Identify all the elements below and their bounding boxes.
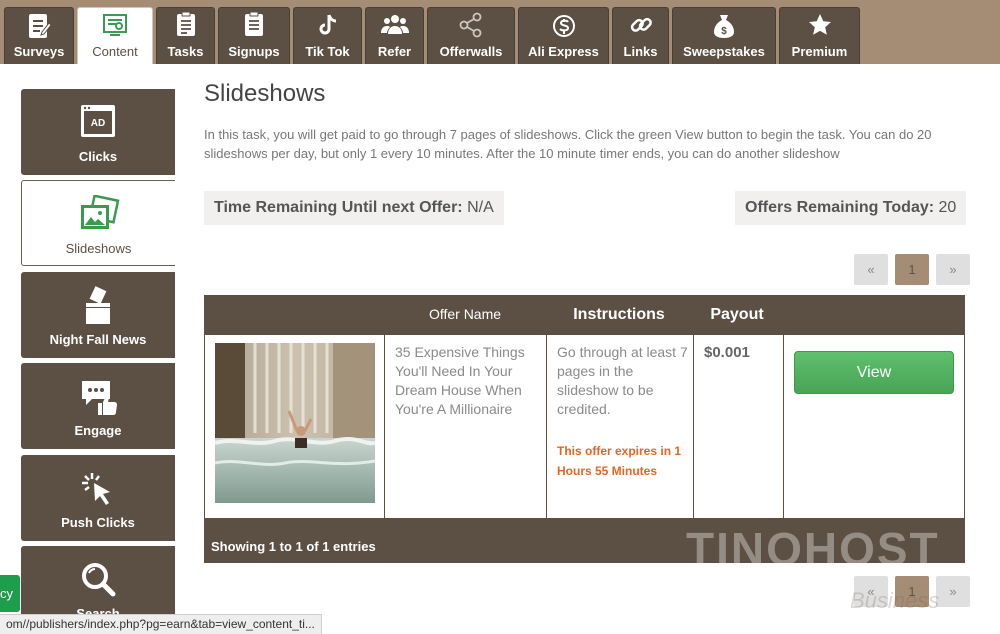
sidebar-item-label: Slideshows (65, 241, 132, 256)
time-remaining-box: Time Remaining Until next Offer: N/A (204, 191, 504, 225)
tab-sweepstakes[interactable]: $ Sweepstakes (672, 7, 776, 64)
share-icon (428, 12, 514, 42)
offer-image-cell (205, 335, 385, 518)
tab-label: Offerwalls (439, 44, 503, 59)
tab-label: Signups (228, 44, 280, 59)
tab-label: Content (92, 44, 138, 59)
clipboard-icon (5, 12, 73, 42)
money-bag-icon: $ (673, 12, 775, 42)
photos-icon (22, 195, 175, 235)
checklist-icon (157, 12, 214, 42)
tab-signups[interactable]: Signups (218, 7, 290, 64)
tab-refer[interactable]: Refer (365, 7, 424, 64)
ad-window-icon: AD (21, 103, 175, 143)
offer-name: 35 Expensive Things You'll Need In Your … (395, 344, 525, 417)
tab-premium[interactable]: Premium (779, 7, 860, 64)
watermark-tagline: Business (850, 588, 940, 613)
privacy-tab[interactable]: cy (0, 575, 20, 612)
tab-label: Tasks (167, 44, 204, 59)
payout-cell: $0.001 (694, 335, 784, 518)
offers-remaining-value: 20 (938, 199, 957, 216)
column-header-offer-name: Offer Name (428, 306, 502, 322)
browser-status-url: om//publishers/index.php?pg=earn&tab=vie… (0, 614, 322, 634)
offer-thumbnail[interactable] (215, 343, 375, 503)
action-cell: View (784, 335, 964, 518)
magnifier-icon (21, 560, 175, 600)
offers-remaining-label: Offers Remaining Today: (745, 199, 935, 216)
cursor-click-icon (21, 469, 175, 509)
tab-tasks[interactable]: Tasks (156, 7, 215, 64)
column-header-instructions: Instructions (573, 306, 665, 323)
tab-links[interactable]: Links (612, 7, 669, 64)
instructions-cell: Go through at least 7 pages in the slide… (547, 335, 694, 518)
table-row: 35 Expensive Things You'll Need In Your … (205, 335, 964, 518)
watermark-logo: TINOHOST (686, 523, 940, 575)
svg-text:$: $ (721, 26, 727, 37)
sidebar: AD Clicks Slideshows Night Fall News Eng… (0, 64, 185, 634)
form-icon (219, 12, 289, 42)
pagination-top: « 1 » (854, 254, 970, 285)
sidebar-item-engage[interactable]: Engage (21, 363, 175, 449)
svg-text:AD: AD (91, 118, 105, 129)
pagination-next[interactable]: » (936, 576, 970, 607)
pagination-page[interactable]: 1 (895, 254, 929, 285)
pagination-next[interactable]: » (936, 254, 970, 285)
monitor-icon (78, 12, 152, 42)
time-remaining-label: Time Remaining Until next Offer: (214, 199, 463, 216)
tab-ali-express[interactable]: Ali Express (518, 7, 609, 64)
tab-label: Premium (791, 44, 848, 59)
top-nav-bar: Surveys Content Tasks Signups Tik Tok Re… (0, 0, 1000, 64)
users-icon (366, 12, 423, 42)
tab-surveys[interactable]: Surveys (4, 7, 74, 64)
offer-instructions: Go through at least 7 pages in the slide… (557, 344, 688, 417)
page-title: Slideshows (204, 80, 326, 107)
sidebar-item-push-clicks[interactable]: Push Clicks (21, 455, 175, 541)
tab-label: Ali Express (528, 44, 599, 59)
link-icon (613, 12, 668, 42)
dollar-circle-icon (519, 12, 608, 42)
ballot-box-icon (21, 286, 175, 326)
offer-name-cell: 35 Expensive Things You'll Need In Your … (385, 335, 547, 518)
sidebar-item-clicks[interactable]: AD Clicks (21, 89, 175, 175)
sidebar-item-label: Clicks (78, 149, 118, 164)
sidebar-item-label: Push Clicks (61, 515, 135, 530)
pagination-prev[interactable]: « (854, 254, 888, 285)
tab-label: Sweepstakes (683, 44, 765, 59)
time-remaining-value: N/A (467, 199, 494, 216)
chat-like-icon (21, 377, 175, 417)
tab-label: Links (623, 44, 658, 59)
column-header-payout: Payout (710, 306, 764, 323)
tab-content[interactable]: Content (77, 7, 153, 64)
tab-label: Surveys (13, 44, 65, 59)
table-header: Offer Name Instructions Payout (204, 295, 965, 334)
tab-label: Tik Tok (305, 44, 350, 59)
view-button[interactable]: View (794, 351, 954, 394)
star-icon (780, 12, 859, 42)
tab-offerwalls[interactable]: Offerwalls (427, 7, 515, 64)
sidebar-item-label: Engage (74, 423, 122, 438)
tab-tiktok[interactable]: Tik Tok (293, 7, 362, 64)
table-entries-info: Showing 1 to 1 of 1 entries (211, 539, 376, 554)
offer-expiry-notice: This offer expires in 1 Hours 55 Minutes (557, 444, 682, 478)
sidebar-item-slideshows[interactable]: Slideshows (21, 180, 175, 266)
offer-payout: $0.001 (704, 344, 750, 361)
sidebar-item-night-fall-news[interactable]: Night Fall News (21, 272, 175, 358)
task-description: In this task, you will get paid to go th… (204, 127, 932, 161)
sidebar-item-label: Night Fall News (49, 332, 147, 347)
tiktok-icon (294, 12, 361, 42)
offers-remaining-box: Offers Remaining Today: 20 (735, 191, 967, 225)
tab-label: Refer (377, 44, 412, 59)
